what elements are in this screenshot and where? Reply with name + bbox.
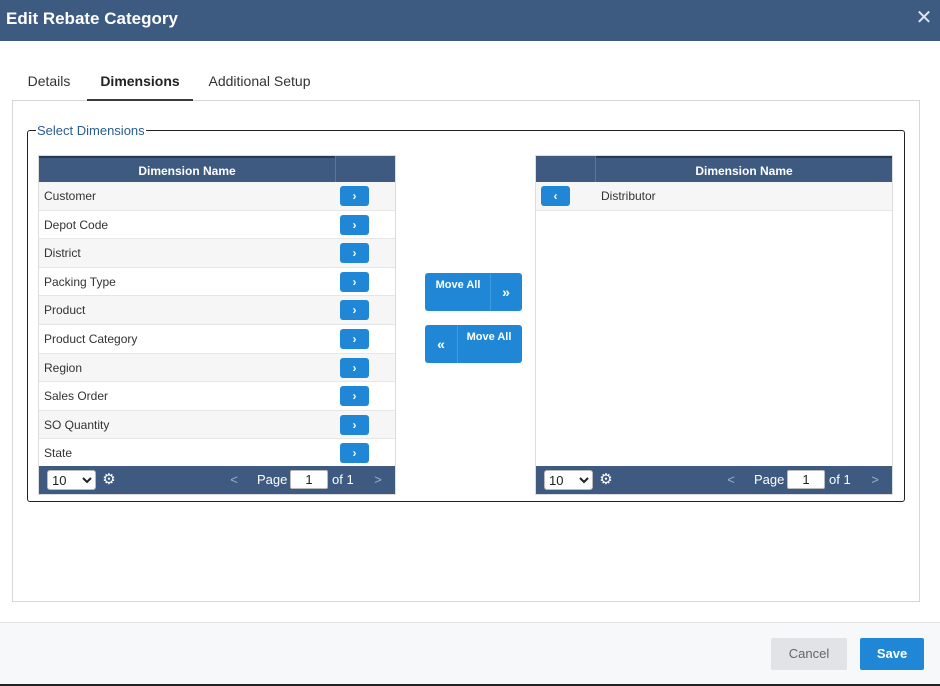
- next-page-icon[interactable]: >: [868, 470, 882, 490]
- chevron-right-icon[interactable]: ›: [340, 328, 369, 349]
- table-row: State ›: [39, 439, 395, 468]
- chevron-right-icon[interactable]: ›: [340, 300, 369, 321]
- save-button[interactable]: Save: [860, 638, 924, 670]
- page-label: Page: [257, 472, 288, 487]
- chevron-right-icon[interactable]: ›: [340, 243, 369, 264]
- dimension-name-cell: Sales Order: [44, 389, 109, 404]
- available-dimensions-grid: Dimension Name Customer › Depot Code › D…: [38, 155, 396, 495]
- column-header-action: [536, 156, 595, 182]
- dimension-name-cell: Customer: [44, 189, 97, 203]
- double-chevron-left-icon: «: [437, 336, 445, 352]
- chevron-right-icon[interactable]: ›: [340, 214, 369, 235]
- dimension-name-cell: Depot Code: [44, 217, 109, 232]
- table-row: ‹ Distributor: [536, 182, 892, 211]
- dimension-name-cell: Product Category: [44, 331, 138, 346]
- chevron-right-icon[interactable]: ›: [340, 186, 369, 206]
- table-row: Region ›: [39, 353, 395, 383]
- select-dimensions-legend: Select Dimensions: [36, 123, 146, 138]
- table-row: SO Quantity ›: [39, 410, 395, 440]
- gear-icon[interactable]: ⚙: [598, 470, 614, 490]
- chevron-right-icon[interactable]: ›: [340, 357, 369, 378]
- edit-rebate-category-dialog: Edit Rebate Category ✕ Details Dimension…: [0, 0, 940, 686]
- page-number-input[interactable]: [290, 470, 328, 489]
- page-size-select[interactable]: 10: [47, 470, 96, 490]
- dimension-name-cell: District: [44, 246, 81, 261]
- cancel-button[interactable]: Cancel: [771, 638, 847, 670]
- dimension-name-cell: Distributor: [601, 189, 656, 203]
- page-of-label: of 1: [829, 472, 851, 487]
- gear-icon[interactable]: ⚙: [101, 470, 117, 490]
- table-row: Packing Type ›: [39, 267, 395, 297]
- chevron-right-icon[interactable]: ›: [340, 271, 369, 292]
- chevron-right-icon[interactable]: ›: [340, 414, 369, 435]
- close-icon[interactable]: ✕: [915, 8, 933, 28]
- table-row: Depot Code ›: [39, 210, 395, 240]
- tab-bar: Details Dimensions Additional Setup: [12, 63, 920, 101]
- tab-additional-setup[interactable]: Additional Setup: [202, 63, 317, 101]
- grid-header: Dimension Name: [39, 156, 395, 182]
- move-all-left-button[interactable]: « Move All: [425, 325, 522, 363]
- chevron-right-icon[interactable]: ›: [340, 443, 369, 464]
- dimension-name-cell: Region: [44, 360, 83, 375]
- dimension-name-cell: Packing Type: [44, 274, 116, 289]
- dimension-name-cell: SO Quantity: [44, 417, 110, 432]
- table-row: Product ›: [39, 296, 395, 325]
- page-of-label: of 1: [332, 472, 354, 487]
- previous-page-icon[interactable]: <: [724, 470, 738, 490]
- selected-dimensions-grid: Dimension Name ‹ Distributor 10 ⚙ < Page…: [535, 155, 893, 495]
- dialog-title-bar: Edit Rebate Category ✕: [0, 0, 940, 41]
- dimension-name-cell: State: [44, 446, 73, 461]
- page-number-input[interactable]: [787, 470, 825, 489]
- tab-details[interactable]: Details: [18, 63, 80, 101]
- move-all-right-label: Move All: [435, 279, 481, 291]
- column-header-dimension-name[interactable]: Dimension Name: [596, 156, 892, 182]
- table-row: Customer ›: [39, 182, 395, 211]
- column-header-action: [336, 156, 395, 182]
- tab-dimensions[interactable]: Dimensions: [87, 63, 193, 101]
- selected-rows: ‹ Distributor: [536, 182, 892, 211]
- next-page-icon[interactable]: >: [371, 470, 385, 490]
- chevron-right-icon[interactable]: ›: [340, 386, 369, 407]
- table-row: District ›: [39, 239, 395, 268]
- grid-header: Dimension Name: [536, 156, 892, 182]
- page-label: Page: [754, 472, 785, 487]
- grid-pager: 10 ⚙ < Page of 1 >: [39, 466, 395, 494]
- table-row: Sales Order ›: [39, 382, 395, 411]
- move-all-left-label: Move All: [466, 331, 512, 343]
- page-size-select[interactable]: 10: [544, 470, 593, 490]
- grid-pager: 10 ⚙ < Page of 1 >: [536, 466, 892, 494]
- move-all-right-button[interactable]: Move All »: [425, 273, 522, 311]
- chevron-left-icon[interactable]: ‹: [541, 186, 570, 206]
- column-header-dimension-name[interactable]: Dimension Name: [39, 156, 335, 182]
- available-rows: Customer › Depot Code › District › Packi…: [39, 182, 395, 468]
- double-chevron-right-icon: »: [502, 284, 510, 300]
- dialog-title: Edit Rebate Category: [6, 9, 178, 28]
- table-row: Product Category ›: [39, 324, 395, 354]
- dimension-name-cell: Product: [44, 303, 86, 318]
- button-divider: [457, 325, 458, 363]
- previous-page-icon[interactable]: <: [227, 470, 241, 490]
